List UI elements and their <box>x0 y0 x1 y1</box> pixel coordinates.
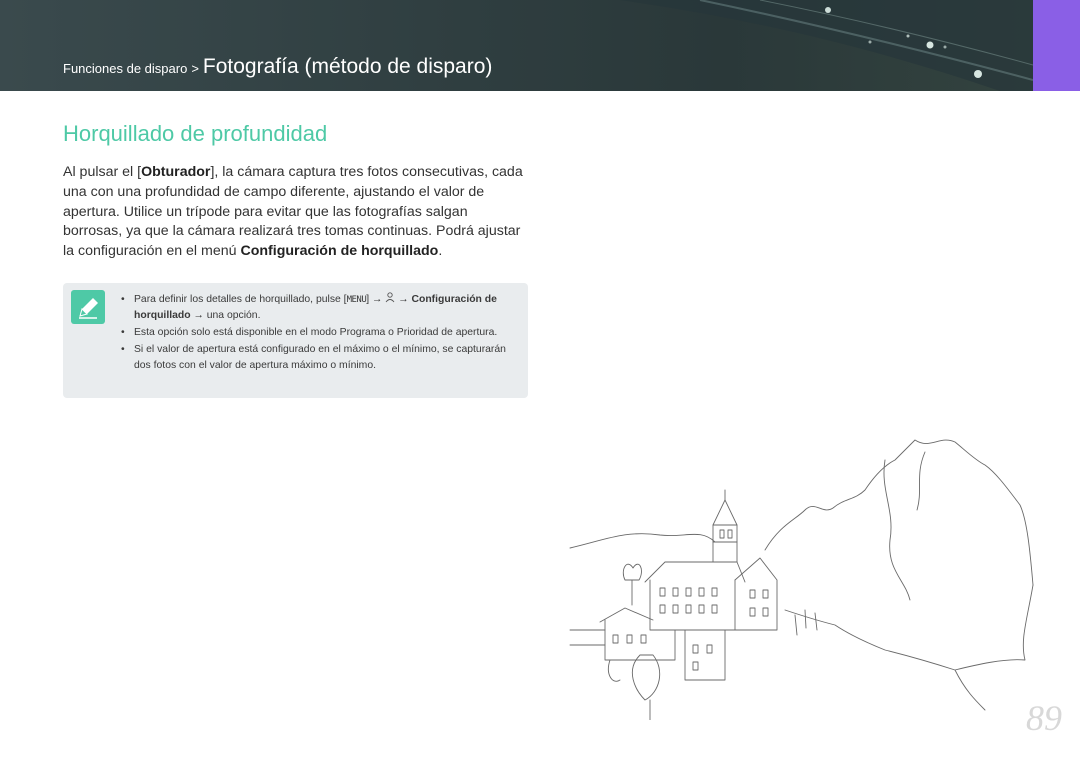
note-item: • Esta opción solo está disponible en el… <box>121 325 523 341</box>
camera-icon <box>385 292 395 305</box>
note-text: → una opción. <box>190 310 261 321</box>
menu-key-label: MENU <box>346 295 367 305</box>
note-text: Si el valor de apertura está configurado… <box>134 344 506 371</box>
note-text: Esta opción solo está disponible en el m… <box>134 327 498 338</box>
bullet: • <box>121 327 125 338</box>
section-title: Horquillado de profundidad <box>63 121 328 146</box>
note-text: ] → <box>366 294 386 305</box>
bullet: • <box>121 344 125 355</box>
side-tab-accent[interactable] <box>1033 0 1080 91</box>
breadcrumb-current: Fotografía (método de disparo) <box>202 55 493 78</box>
breadcrumb-parent[interactable]: Funciones de disparo <box>63 61 187 76</box>
breadcrumb: Funciones de disparo > Fotografía (métod… <box>63 55 492 83</box>
breadcrumb-separator: > <box>191 61 199 76</box>
note-box: • Para definir los detalles de horquilla… <box>63 283 528 398</box>
body-paragraph: Al pulsar el [Obturador], la cámara capt… <box>63 163 525 262</box>
note-item: • Para definir los detalles de horquilla… <box>121 292 523 324</box>
pencil-note-icon <box>71 290 105 324</box>
header-banner: Funciones de disparo > Fotografía (métod… <box>0 0 1033 91</box>
body-text-part: . <box>438 243 443 260</box>
bullet: • <box>121 294 125 305</box>
village-mountain-illustration <box>569 439 1034 720</box>
note-list: • Para definir los detalles de horquilla… <box>121 292 523 375</box>
note-text: Para definir los detalles de horquillado… <box>134 294 347 305</box>
note-text: → <box>395 294 412 305</box>
page-number: 89 <box>1026 698 1062 738</box>
note-item: • Si el valor de apertura está configura… <box>121 342 523 374</box>
bracket-menu-name: Configuración de horquillado <box>240 243 439 260</box>
body-text-part: Al pulsar el [ <box>63 164 142 180</box>
shutter-label: Obturador <box>141 164 211 180</box>
